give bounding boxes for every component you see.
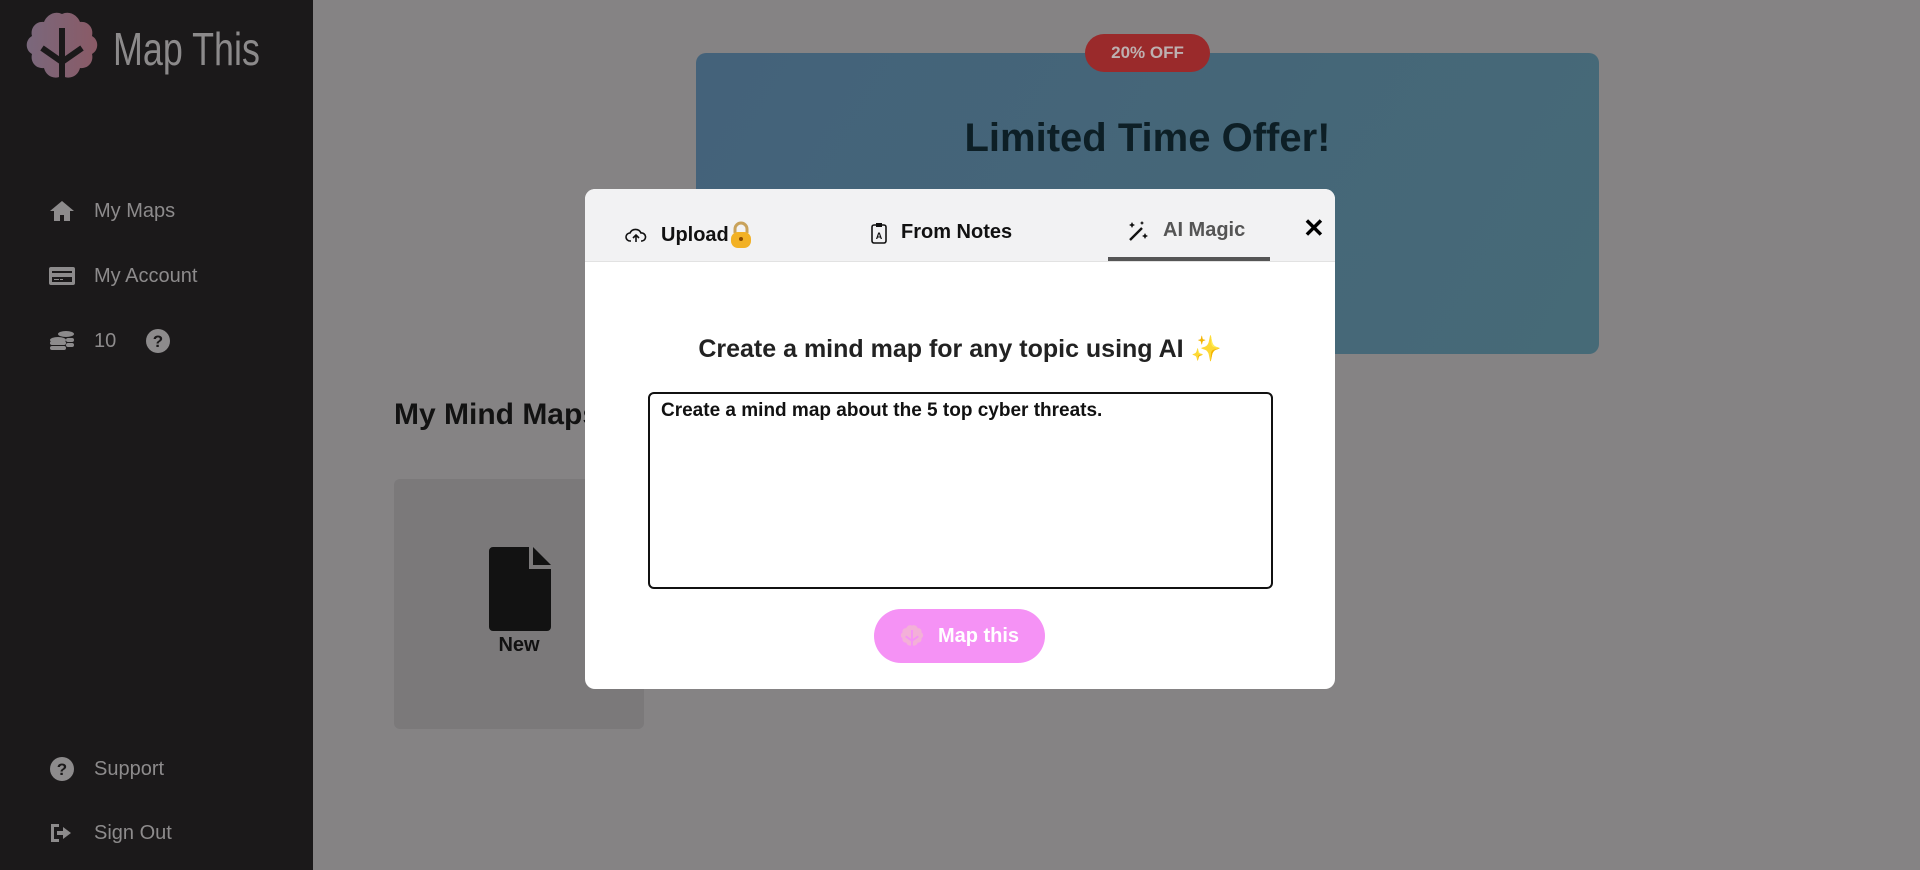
question-circle-icon[interactable]: ? [145, 329, 171, 353]
topic-input[interactable]: Create a mind map about the 5 top cyber … [648, 392, 1273, 589]
coins-icon [50, 331, 74, 350]
sidebar-item-my-account[interactable]: My Account [49, 261, 197, 291]
tab-label: From Notes [901, 221, 1013, 243]
sidebar-item-my-maps[interactable]: My Maps [49, 196, 175, 226]
sidebar-item-label: Support [94, 757, 165, 780]
clipboard-icon: A [871, 222, 887, 244]
tab-from-notes[interactable]: A From Notes [871, 221, 1012, 244]
map-this-button[interactable]: Map this [874, 609, 1045, 663]
svg-text:?: ? [57, 760, 67, 779]
modal-tabs: Upload A From Notes AI Magic ✕ [585, 189, 1335, 262]
svg-text:?: ? [153, 332, 163, 351]
logo-icon [26, 12, 98, 78]
sidebar-item-sign-out[interactable]: Sign Out [49, 818, 172, 848]
promo-title: Limited Time Offer! [964, 116, 1331, 160]
app-name: Map This [113, 23, 260, 75]
sign-out-icon [51, 824, 71, 842]
page-title: My Mind Maps [394, 398, 600, 431]
cloud-upload-icon [625, 228, 647, 242]
sidebar-item-support[interactable]: ? Support [49, 754, 164, 784]
close-icon[interactable]: ✕ [1303, 213, 1325, 244]
credits-count: 10 ? [49, 326, 170, 356]
file-icon [489, 547, 551, 631]
svg-text:A: A [876, 231, 883, 241]
sidebar-item-label: Sign Out [94, 821, 172, 844]
question-circle-icon: ? [50, 757, 74, 781]
logo-icon [900, 625, 924, 646]
tab-label: Upload [661, 223, 729, 246]
credit-card-icon [49, 267, 75, 285]
discount-badge: 20% OFF [1085, 34, 1210, 72]
active-tab-indicator [1108, 257, 1270, 261]
tab-ai-magic[interactable]: AI Magic [1127, 219, 1245, 242]
home-icon [50, 201, 74, 221]
magic-wand-icon [1129, 220, 1148, 241]
tab-label: AI Magic [1163, 219, 1246, 241]
sidebar-item-label: My Account [94, 264, 198, 287]
sidebar-item-label: My Maps [94, 199, 176, 222]
sidebar: Map This My Maps My Account 10 ? ? Suppo… [0, 0, 313, 870]
button-label: Map this [937, 624, 1020, 647]
credits-value: 10 [94, 329, 117, 352]
lock-icon [730, 221, 751, 248]
tab-upload[interactable]: Upload [625, 221, 767, 249]
create-map-modal: Upload A From Notes AI Magic ✕ Create a … [585, 189, 1335, 689]
modal-heading: Create a mind map for any topic using AI… [698, 335, 1222, 363]
